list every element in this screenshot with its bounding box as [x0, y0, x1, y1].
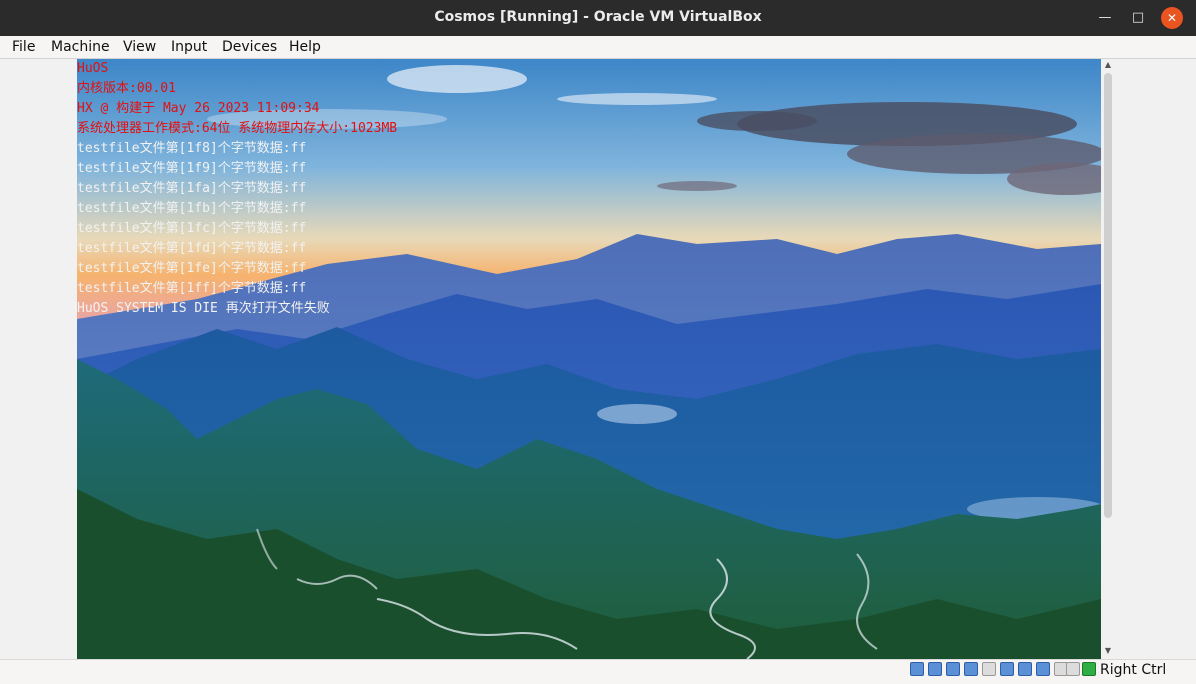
audio-icon[interactable]: [946, 662, 960, 676]
network-icon[interactable]: [964, 662, 978, 676]
menu-view[interactable]: View: [123, 39, 156, 55]
status-bar: [0, 659, 1196, 684]
video-capture-icon[interactable]: [1036, 662, 1050, 676]
console-line: testfile文件第[1fb]个字节数据:ff: [77, 201, 307, 216]
console-line: HuOS: [77, 61, 109, 76]
menu-bar: File Machine View Input Devices Help: [0, 36, 1196, 59]
window-title: Cosmos [Running] - Oracle VM VirtualBox: [434, 9, 762, 25]
scroll-thumb[interactable]: [1104, 73, 1112, 518]
console-line: testfile文件第[1fd]个字节数据:ff: [77, 241, 307, 256]
maximize-icon[interactable]: □: [1127, 7, 1149, 29]
scroll-down-icon[interactable]: ▼: [1102, 645, 1114, 657]
hard-disk-icon[interactable]: [910, 662, 924, 676]
console-output: HuOS 内核版本:00.01 HX @ 构建于 May 26 2023 11:09…: [77, 59, 1101, 319]
console-line: HuOS SYSTEM IS DIE 再次打开文件失败: [77, 301, 330, 316]
console-line: testfile文件第[1fa]个字节数据:ff: [77, 181, 307, 196]
shared-folders-icon[interactable]: [1000, 662, 1014, 676]
menu-devices[interactable]: Devices: [222, 39, 277, 55]
menu-file[interactable]: File: [12, 39, 35, 55]
console-line: testfile文件第[1fe]个字节数据:ff: [77, 261, 307, 276]
title-bar[interactable]: Cosmos [Running] - Oracle VM VirtualBox …: [0, 0, 1196, 36]
console-line: testfile文件第[1ff]个字节数据:ff: [77, 281, 307, 296]
scroll-up-icon[interactable]: ▲: [1102, 59, 1114, 71]
menu-help[interactable]: Help: [289, 39, 321, 55]
minimize-icon[interactable]: —: [1094, 7, 1116, 29]
display-icon[interactable]: [1018, 662, 1032, 676]
menu-machine[interactable]: Machine: [51, 39, 110, 55]
console-line: testfile文件第[1f9]个字节数据:ff: [77, 161, 307, 176]
console-line: testfile文件第[1f8]个字节数据:ff: [77, 141, 307, 156]
vm-display[interactable]: HuOS 内核版本:00.01 HX @ 构建于 May 26 2023 11:09…: [77, 59, 1101, 659]
host-key-label[interactable]: Right Ctrl: [1100, 662, 1166, 678]
console-line: testfile文件第[1fc]个字节数据:ff: [77, 221, 307, 236]
usb-icon[interactable]: [982, 662, 996, 676]
console-line: HX @ 构建于 May 26 2023 11:09:34: [77, 101, 320, 116]
keyboard-icon[interactable]: [1082, 662, 1096, 676]
console-line: 系统处理器工作模式:64位 系统物理内存大小:1023MB: [77, 121, 398, 136]
console-line: 内核版本:00.01: [77, 81, 176, 96]
close-icon[interactable]: ✕: [1161, 7, 1183, 29]
mouse-integration-icon[interactable]: [1066, 662, 1080, 676]
optical-drive-icon[interactable]: [928, 662, 942, 676]
menu-input[interactable]: Input: [171, 39, 207, 55]
